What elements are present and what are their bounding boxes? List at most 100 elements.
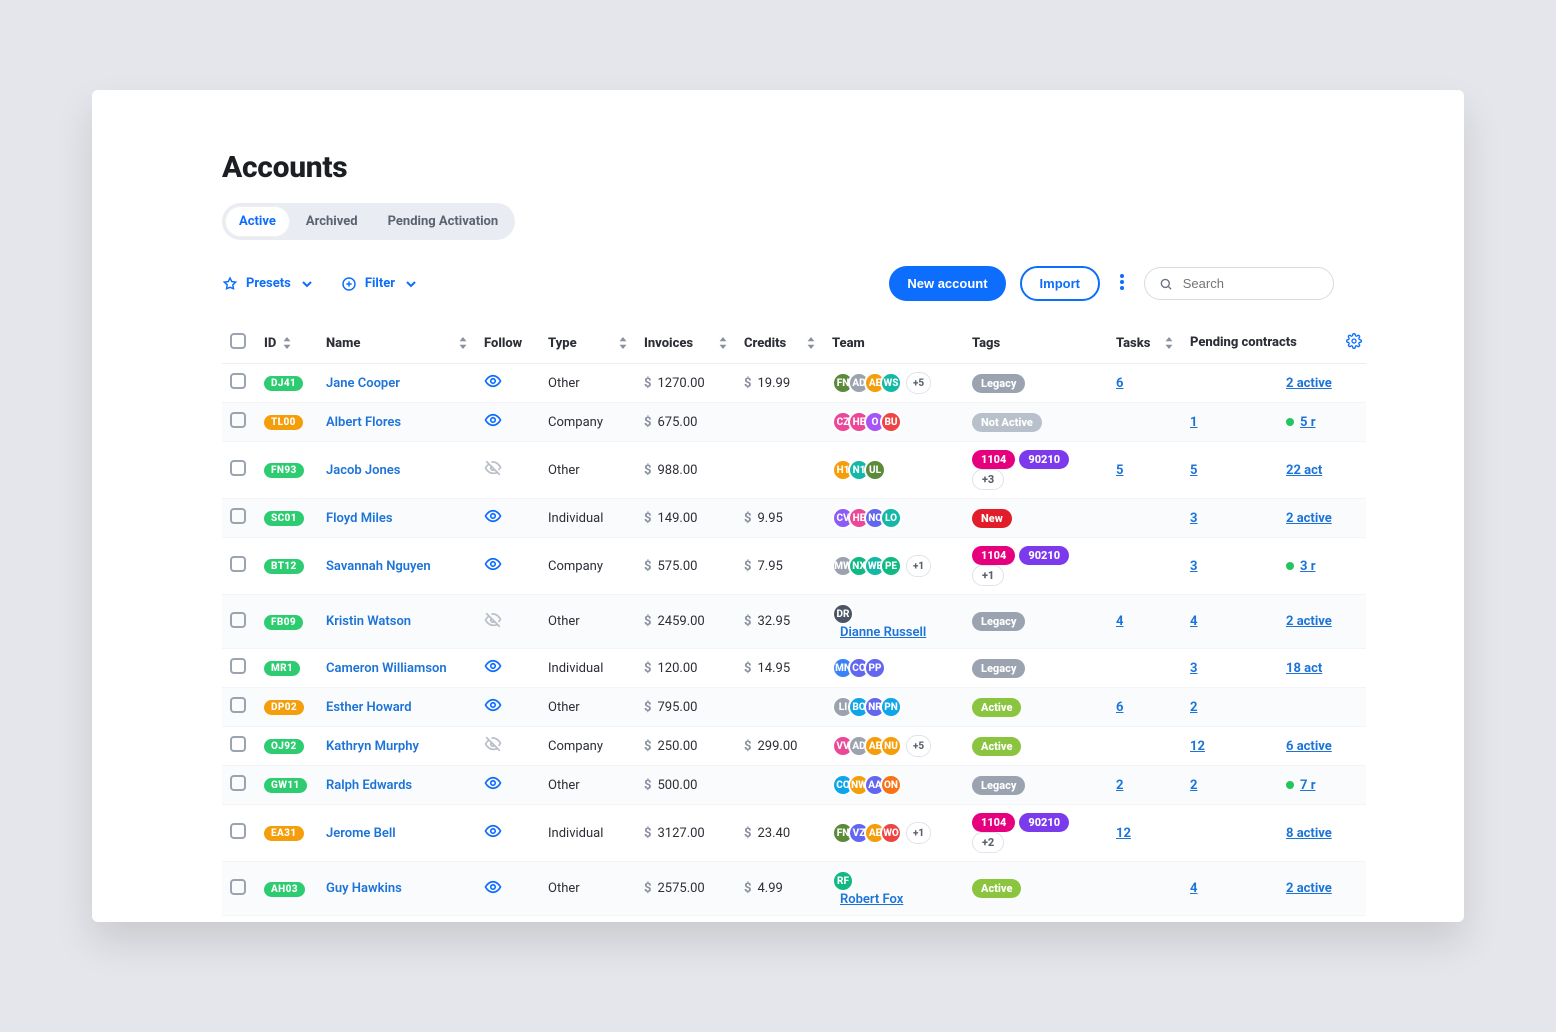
contracts-status-link[interactable]: 22 act [1286, 463, 1322, 478]
row-checkbox[interactable] [230, 879, 246, 895]
tab-pending-activation[interactable]: Pending Activation [374, 206, 513, 237]
avatar[interactable]: WS [880, 372, 902, 394]
avatar-stack[interactable]: FNVZAEWO+1 [832, 822, 956, 844]
tag-chip[interactable]: 90210 [1019, 450, 1069, 469]
eye-icon[interactable] [484, 514, 502, 529]
col-type[interactable]: Type [540, 323, 636, 364]
team-member-link[interactable]: Robert Fox [840, 892, 903, 907]
tag-chip[interactable]: 1104 [972, 450, 1015, 469]
avatar[interactable]: PN [880, 696, 902, 718]
eye-off-icon[interactable] [484, 466, 502, 481]
contracts-status-link[interactable]: 2 active [1286, 614, 1332, 629]
pending-link[interactable]: 4 [1190, 881, 1197, 896]
row-checkbox[interactable] [230, 612, 246, 628]
avatar[interactable]: NU [880, 735, 902, 757]
team-member-link[interactable]: Dianne Russell [840, 625, 926, 640]
id-pill[interactable]: FN93 [264, 463, 304, 478]
avatar-stack[interactable]: MWNXWEPE+1 [832, 555, 956, 577]
eye-icon[interactable] [484, 829, 502, 844]
account-name-link[interactable]: Albert Flores [326, 415, 401, 430]
col-credits[interactable]: Credits [736, 323, 824, 364]
contracts-status-link[interactable]: 3 r [1300, 559, 1315, 574]
tab-archived[interactable]: Archived [292, 206, 372, 237]
avatar[interactable]: BU [880, 411, 902, 433]
tag-chip[interactable]: 90210 [1019, 546, 1069, 565]
account-name-link[interactable]: Kathryn Murphy [326, 739, 419, 754]
row-checkbox[interactable] [230, 658, 246, 674]
pending-link[interactable]: 2 [1190, 778, 1197, 793]
tasks-link[interactable]: 6 [1116, 700, 1123, 715]
avatar-stack[interactable]: DR [832, 603, 956, 625]
avatar[interactable]: PE [880, 555, 902, 577]
eye-off-icon[interactable] [484, 742, 502, 757]
account-name-link[interactable]: Jacob Jones [326, 463, 400, 478]
id-pill[interactable]: OJ92 [264, 739, 304, 754]
eye-icon[interactable] [484, 562, 502, 577]
contracts-status-link[interactable]: 18 act [1286, 661, 1322, 676]
id-pill[interactable]: MR1 [264, 661, 300, 676]
filter-button[interactable]: Filter [341, 276, 419, 292]
row-checkbox[interactable] [230, 775, 246, 791]
pending-link[interactable]: 3 [1190, 559, 1197, 574]
col-invoices[interactable]: Invoices [636, 323, 736, 364]
tag-chip[interactable]: 90210 [1019, 813, 1069, 832]
row-checkbox[interactable] [230, 460, 246, 476]
id-pill[interactable]: AH03 [264, 882, 305, 897]
account-name-link[interactable]: Kristin Watson [326, 614, 411, 629]
avatar-stack[interactable]: CZHEOBU [832, 411, 956, 433]
tag-chip[interactable]: Not Active [972, 413, 1042, 432]
avatar-stack[interactable]: VVADAENU+5 [832, 735, 956, 757]
avatar-overflow[interactable]: +1 [906, 822, 931, 844]
avatar[interactable]: PP [864, 657, 886, 679]
select-all-checkbox[interactable] [230, 333, 246, 349]
id-pill[interactable]: DP02 [264, 700, 304, 715]
col-name[interactable]: Name [318, 323, 476, 364]
col-tasks[interactable]: Tasks [1108, 323, 1182, 364]
eye-off-icon[interactable] [484, 618, 502, 633]
account-name-link[interactable]: Jane Cooper [326, 376, 400, 391]
pending-link[interactable]: 12 [1190, 739, 1205, 754]
avatar-overflow[interactable]: +5 [906, 372, 931, 394]
tasks-link[interactable]: 12 [1116, 826, 1131, 841]
id-pill[interactable]: GW11 [264, 778, 307, 793]
avatar-overflow[interactable]: +5 [906, 735, 931, 757]
account-name-link[interactable]: Jerome Bell [326, 826, 396, 841]
avatar[interactable]: DR [832, 603, 854, 625]
tag-chip[interactable]: 1104 [972, 813, 1015, 832]
tasks-link[interactable]: 2 [1116, 778, 1123, 793]
import-button[interactable]: Import [1020, 266, 1100, 301]
pending-link[interactable]: 1 [1190, 415, 1197, 430]
contracts-status-link[interactable]: 2 active [1286, 881, 1332, 896]
avatar-stack[interactable]: RF [832, 870, 956, 892]
id-pill[interactable]: EA31 [264, 826, 304, 841]
eye-icon[interactable] [484, 885, 502, 900]
pending-link[interactable]: 2 [1190, 700, 1197, 715]
search-input[interactable] [1181, 275, 1319, 292]
pending-link[interactable]: 4 [1190, 614, 1197, 629]
eye-icon[interactable] [484, 379, 502, 394]
row-checkbox[interactable] [230, 697, 246, 713]
tag-chip[interactable]: Legacy [972, 612, 1025, 631]
new-account-button[interactable]: New account [889, 266, 1005, 301]
tag-chip[interactable]: Active [972, 879, 1021, 898]
contracts-status-link[interactable]: 8 active [1286, 826, 1332, 841]
account-name-link[interactable]: Savannah Nguyen [326, 559, 431, 574]
avatar[interactable]: WO [880, 822, 902, 844]
presets-button[interactable]: Presets [222, 276, 315, 292]
contracts-status-link[interactable]: 7 r [1300, 778, 1315, 793]
tag-chip[interactable]: New [972, 509, 1012, 528]
avatar[interactable]: RF [832, 870, 854, 892]
tag-chip[interactable]: +3 [972, 469, 1004, 490]
row-checkbox[interactable] [230, 508, 246, 524]
id-pill[interactable]: SC01 [264, 511, 304, 526]
tag-chip[interactable]: Active [972, 737, 1021, 756]
search-input-wrap[interactable] [1144, 267, 1334, 300]
pending-link[interactable]: 3 [1190, 661, 1197, 676]
pending-link[interactable]: 5 [1190, 463, 1197, 478]
contracts-status-link[interactable]: 5 r [1300, 415, 1315, 430]
col-id[interactable]: ID [256, 323, 318, 364]
account-name-link[interactable]: Esther Howard [326, 700, 412, 715]
row-checkbox[interactable] [230, 373, 246, 389]
tag-chip[interactable]: Legacy [972, 776, 1025, 795]
avatar-stack[interactable]: LIBONRPN [832, 696, 956, 718]
